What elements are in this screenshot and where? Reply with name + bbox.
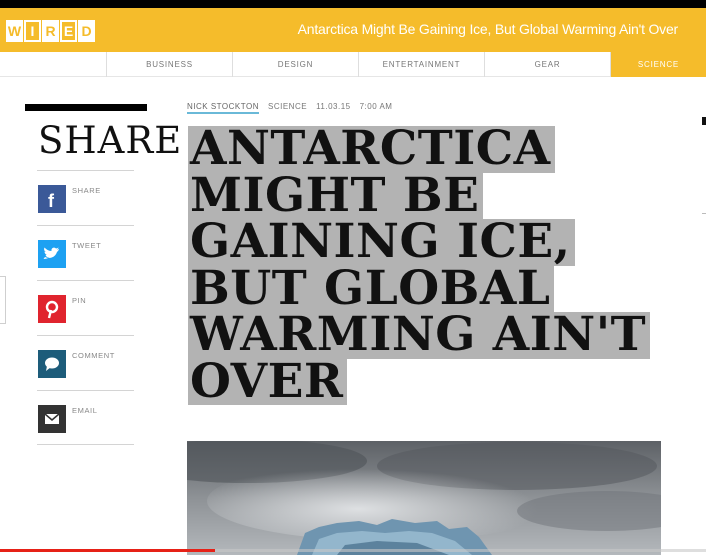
section-link[interactable]: SCIENCE [268, 102, 307, 114]
share-item-label: EMAIL [72, 406, 98, 415]
share-facebook-button[interactable]: f SHARE [37, 170, 134, 225]
email-icon [38, 405, 66, 433]
nav-item-science[interactable]: SCIENCE [611, 52, 706, 77]
wired-logo[interactable]: W I R E D [6, 20, 95, 42]
twitter-icon [38, 240, 66, 268]
share-item-label: SHARE [72, 186, 101, 195]
headline-line: WARMING AIN'T [188, 311, 651, 359]
share-item-label: PIN [72, 296, 87, 305]
publish-date: 11.03.15 [316, 102, 351, 111]
side-tab[interactable] [0, 276, 6, 324]
section-nav: BUSINESS DESIGN ENTERTAINMENT GEAR SCIEN… [0, 52, 706, 77]
nav-item-design[interactable]: DESIGN [233, 52, 359, 77]
right-edge-mark [702, 117, 706, 125]
share-heading: SHARE [38, 119, 183, 162]
video-top-bar [0, 0, 706, 8]
share-divider [25, 104, 147, 111]
comment-button[interactable]: COMMENT [37, 335, 134, 390]
logo-letter: W [6, 20, 23, 42]
share-pinterest-button[interactable]: PIN [37, 280, 134, 335]
comment-icon [38, 350, 66, 378]
nav-item-entertainment[interactable]: ENTERTAINMENT [359, 52, 485, 77]
logo-letter: D [78, 20, 95, 42]
publish-time: 7:00 AM [359, 102, 393, 111]
share-item-label: TWEET [72, 241, 102, 250]
headline-line: MIGHT BE [188, 172, 484, 219]
logo-letter: E [60, 20, 77, 42]
author-link[interactable]: NICK STOCKTON [187, 102, 259, 114]
article-meta: NICK STOCKTON SCIENCE 11.03.15 7:00 AM [187, 102, 392, 114]
pinterest-icon [38, 295, 66, 323]
svg-text:f: f [48, 191, 55, 211]
header-article-title: Antarctica Might Be Gaining Ice, But Glo… [297, 21, 679, 37]
headline-line: GAINING ICE, [188, 218, 575, 266]
site-header: W I R E D Antarctica Might Be Gaining Ic… [0, 8, 706, 52]
share-item-label: COMMENT [72, 351, 115, 360]
logo-letter: I [24, 20, 41, 42]
share-twitter-button[interactable]: TWEET [37, 225, 134, 280]
nav-item-business[interactable]: BUSINESS [107, 52, 233, 77]
logo-letter: R [42, 20, 59, 42]
email-button[interactable]: EMAIL [37, 390, 134, 445]
share-list: f SHARE TWEET PIN COMMENT EMAIL [37, 170, 134, 445]
video-progress-fill [0, 549, 216, 552]
article-headline[interactable]: ANTARCTICA MIGHT BE GAINING ICE, BUT GLO… [188, 125, 651, 405]
headline-line: ANTARCTICA [188, 125, 555, 173]
hero-image-iceberg[interactable] [187, 441, 661, 555]
right-edge-line [702, 213, 706, 214]
headline-line: BUT GLOBAL [188, 265, 555, 312]
nav-spacer [0, 52, 107, 77]
nav-item-gear[interactable]: GEAR [485, 52, 611, 77]
headline-line: OVER [188, 358, 348, 405]
facebook-icon: f [38, 185, 66, 213]
